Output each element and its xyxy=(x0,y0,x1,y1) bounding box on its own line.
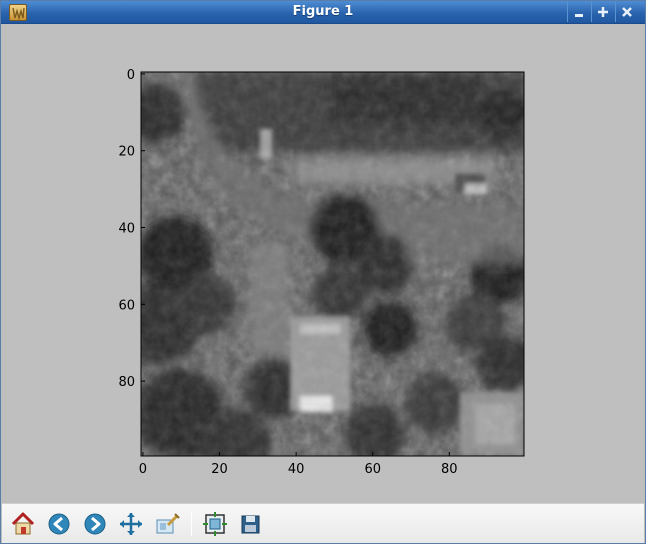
y-tick-label: 20 xyxy=(118,145,135,160)
save-button[interactable] xyxy=(238,511,264,537)
y-tick-label: 60 xyxy=(118,298,135,313)
toolbar-separator xyxy=(191,512,192,536)
maximize-button[interactable] xyxy=(591,2,613,22)
pan-move-icon xyxy=(120,513,142,535)
x-tick-label: 60 xyxy=(364,462,381,477)
x-tick-label: 0 xyxy=(139,462,147,477)
x-tick-label: 40 xyxy=(288,462,305,477)
back-arrow-icon xyxy=(48,513,70,535)
title-bar[interactable]: Figure 1 xyxy=(1,1,645,24)
subplots-icon xyxy=(203,512,227,536)
minimize-icon xyxy=(574,14,583,17)
figure-window: Figure 1 0 20 40 60 80 0 20 40 60 80 xyxy=(0,0,646,544)
home-button[interactable] xyxy=(10,511,36,537)
save-floppy-icon xyxy=(241,515,260,534)
y-tick-label: 40 xyxy=(118,222,135,237)
close-button[interactable] xyxy=(615,2,637,22)
window-title: Figure 1 xyxy=(292,4,354,19)
pan-button[interactable] xyxy=(118,511,144,537)
x-tick-label: 80 xyxy=(441,462,458,477)
maximize-icon xyxy=(597,7,608,17)
close-icon xyxy=(621,7,632,17)
x-tick-label: 20 xyxy=(211,462,228,477)
figure-canvas[interactable]: 0 20 40 60 80 0 20 40 60 80 xyxy=(5,24,643,502)
forward-button[interactable] xyxy=(82,511,108,537)
forward-arrow-icon xyxy=(84,513,106,535)
aerial-image xyxy=(141,72,524,456)
back-button[interactable] xyxy=(46,511,72,537)
home-icon xyxy=(11,512,35,535)
zoom-button[interactable] xyxy=(154,511,180,537)
subplots-button[interactable] xyxy=(202,511,228,537)
y-tick-label: 80 xyxy=(118,375,135,390)
navigation-toolbar xyxy=(2,503,644,543)
minimize-button[interactable] xyxy=(567,2,589,22)
plot-figure: 0 20 40 60 80 0 20 40 60 80 xyxy=(118,68,525,477)
y-tick-label: 0 xyxy=(127,68,135,83)
zoom-rect-icon xyxy=(156,513,180,534)
